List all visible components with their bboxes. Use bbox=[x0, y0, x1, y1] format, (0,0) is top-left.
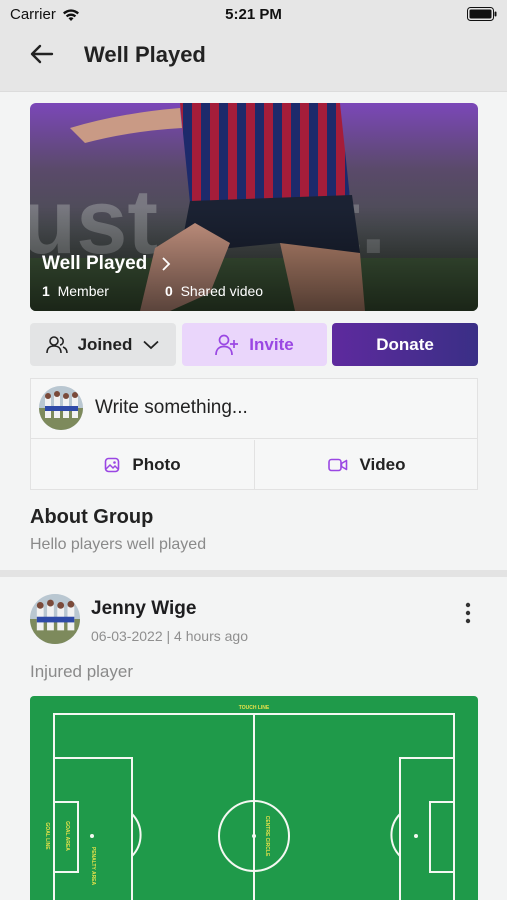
user-plus-icon bbox=[215, 334, 239, 355]
chevron-right-icon bbox=[162, 257, 171, 271]
group-cover[interactable]: ust t. Well Played 1 Member 0 Shared vid… bbox=[30, 103, 478, 311]
status-bar: Carrier 5:21 PM bbox=[0, 0, 507, 30]
user-avatar bbox=[39, 386, 83, 430]
composer-input-row[interactable]: Write something... bbox=[31, 379, 477, 439]
pitch-label-goal-area: GOAL AREA bbox=[64, 821, 70, 851]
joined-label: Joined bbox=[77, 334, 133, 354]
post-text: Injured player bbox=[30, 662, 134, 681]
video-camera-icon bbox=[327, 458, 347, 472]
post-composer: Write something... Photo Video bbox=[30, 378, 478, 490]
arrow-left-icon[interactable] bbox=[28, 42, 56, 66]
video-label: Video bbox=[359, 455, 406, 474]
donate-label: Donate bbox=[376, 334, 434, 354]
football-pitch-diagram: TOUCH LINE GOAL LINE GOAL AREA PENALTY A… bbox=[30, 696, 478, 900]
shared-video-count[interactable]: 0 Shared video bbox=[165, 283, 263, 299]
more-vertical-icon[interactable] bbox=[458, 600, 478, 626]
member-count-label: Member bbox=[57, 283, 109, 299]
member-count[interactable]: 1 Member bbox=[42, 283, 109, 299]
photo-label: Photo bbox=[132, 455, 181, 474]
chevron-down-icon bbox=[143, 340, 160, 349]
group-name-label: Well Played bbox=[42, 253, 148, 274]
post-author-avatar[interactable] bbox=[30, 594, 80, 644]
shared-video-count-value: 0 bbox=[165, 283, 173, 299]
pitch-label-penalty-area: PENALTY AREA bbox=[90, 847, 96, 886]
battery-icon bbox=[467, 7, 497, 21]
image-icon bbox=[105, 457, 120, 473]
photo-button[interactable]: Photo bbox=[31, 440, 255, 490]
pitch-label-centre-circle: CENTRE CIRCLE bbox=[264, 816, 270, 857]
page-title: Well Played bbox=[84, 42, 206, 67]
write-something-input[interactable]: Write something... bbox=[95, 397, 248, 419]
invite-button[interactable]: Invite bbox=[182, 323, 327, 366]
member-count-value: 1 bbox=[42, 283, 50, 299]
pitch-label-goal-line: GOAL LINE bbox=[44, 822, 50, 850]
about-group-heading: About Group bbox=[30, 506, 154, 528]
invite-label: Invite bbox=[249, 334, 294, 354]
pitch-label-touch-line: TOUCH LINE bbox=[239, 705, 270, 711]
post-author-name[interactable]: Jenny Wige bbox=[91, 598, 196, 620]
shared-video-label: Shared video bbox=[180, 283, 264, 299]
cover-photo: ust t. bbox=[30, 103, 478, 311]
joined-button[interactable]: Joined bbox=[30, 323, 176, 366]
post-image[interactable]: TOUCH LINE GOAL LINE GOAL AREA PENALTY A… bbox=[30, 696, 478, 900]
about-group-description: Hello players well played bbox=[30, 536, 207, 553]
nav-header: Well Played bbox=[0, 30, 507, 92]
section-divider bbox=[0, 570, 507, 577]
donate-button[interactable]: Donate bbox=[332, 323, 478, 366]
video-button[interactable]: Video bbox=[255, 440, 478, 490]
group-name[interactable]: Well Played bbox=[42, 253, 171, 275]
clock: 5:21 PM bbox=[225, 6, 282, 23]
post-timestamp: 06-03-2022 | 4 hours ago bbox=[91, 628, 248, 644]
users-icon bbox=[45, 335, 68, 353]
